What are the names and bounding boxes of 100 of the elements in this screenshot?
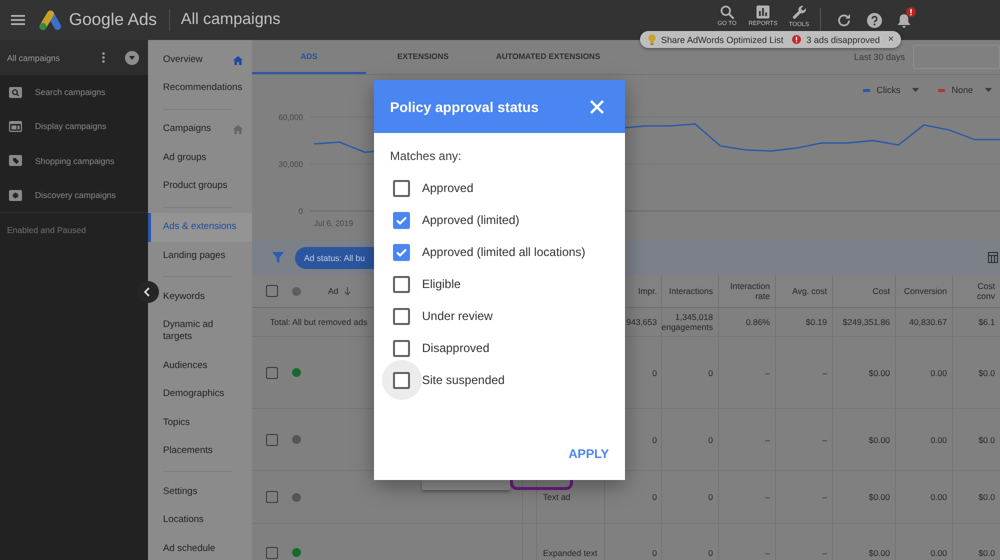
menu-icon[interactable] — [11, 15, 25, 25]
table-cell: $0.19 — [806, 317, 827, 327]
nav-item[interactable]: Keywords — [160, 282, 252, 312]
checkbox[interactable] — [393, 212, 410, 228]
total-label: Total: All but removed ads — [270, 317, 368, 327]
asterisk-tile-icon — [9, 190, 22, 201]
option-label[interactable]: Disapproved — [422, 341, 490, 355]
notification-link[interactable]: 3 ads disapproved — [792, 34, 880, 44]
nav-item[interactable]: Dynamic ad targets — [160, 311, 252, 352]
search-icon — [720, 5, 734, 19]
option-label[interactable]: Under review — [422, 309, 493, 323]
home-icon[interactable] — [233, 56, 243, 65]
option-label[interactable]: Approved (limited) — [422, 213, 520, 227]
checkbox[interactable] — [266, 285, 278, 297]
checkbox[interactable] — [266, 546, 278, 558]
nav-item[interactable]: Product groups — [160, 172, 252, 201]
column-header[interactable]: Avg. cost — [792, 286, 827, 296]
notification-link[interactable]: Share AdWords Optimized List — [648, 34, 784, 45]
column-header[interactable]: Cost conv — [973, 281, 995, 301]
axis-label: 30,000 — [278, 160, 303, 169]
nav-item[interactable]: Ads & extensions — [148, 213, 252, 242]
option-label[interactable]: Site suspended — [422, 373, 505, 387]
table-cell: 0 — [652, 492, 657, 502]
nav-item[interactable]: Demographics — [160, 380, 252, 409]
dropdown-button[interactable] — [125, 50, 139, 64]
refresh-icon[interactable] — [837, 13, 851, 27]
columns-icon[interactable] — [988, 252, 998, 263]
table-cell: – — [765, 492, 770, 502]
nav-item[interactable]: Recommendations — [160, 74, 252, 103]
option-label[interactable]: Approved (limited all locations) — [422, 245, 586, 259]
table-cell: – — [765, 368, 770, 378]
checkbox[interactable] — [393, 276, 410, 292]
column-header[interactable]: Cost — [872, 286, 890, 296]
table-cell: 0.86% — [746, 317, 770, 327]
product-name: Google Ads — [69, 10, 157, 30]
sidebar-item[interactable]: Discovery campaigns — [0, 178, 148, 212]
checkbox[interactable] — [393, 340, 410, 356]
nav-item[interactable]: Settings — [160, 478, 252, 506]
match-label: Matches any: — [390, 149, 462, 163]
column-header[interactable]: Interactions — [669, 286, 713, 296]
checkbox[interactable] — [393, 180, 410, 196]
axis-label: Jul 6, 2019 — [314, 219, 354, 228]
alert-icon — [792, 35, 802, 44]
sidebar-item[interactable]: Search campaigns — [0, 75, 148, 110]
table-cell: – — [822, 492, 827, 502]
nav-item[interactable]: Campaigns — [160, 115, 252, 144]
filter-label: Enabled and Paused — [6, 224, 87, 238]
table-cell: $0.0 — [978, 434, 995, 444]
table-cell: 1,345,018 engagements — [662, 312, 713, 332]
bell-icon[interactable] — [897, 12, 911, 28]
nav-item[interactable]: Locations — [160, 506, 252, 535]
nav-item[interactable]: Topics — [160, 408, 252, 438]
checkbox[interactable] — [266, 366, 278, 378]
dismiss-button[interactable]: × — [888, 34, 894, 44]
bar-chart-icon — [756, 5, 770, 19]
dots-menu-icon[interactable] — [102, 52, 105, 63]
metric-dropdown[interactable]: None — [938, 85, 992, 95]
tab[interactable]: EXTENSIONS — [366, 40, 480, 74]
filter-chip[interactable]: Ad status: All bu — [295, 246, 374, 268]
apply-button[interactable]: APPLY — [566, 440, 611, 468]
help-icon[interactable] — [866, 12, 882, 28]
checkbox[interactable] — [266, 434, 278, 446]
page-title: All campaigns — [180, 11, 281, 29]
table-cell: $0.0 — [978, 548, 995, 558]
tab[interactable]: AUTOMATED EXTENSIONS — [480, 40, 616, 74]
nav-item[interactable]: Ad groups — [160, 144, 252, 172]
close-icon[interactable] — [590, 100, 604, 114]
table-cell: 0.00 — [930, 492, 947, 502]
column-header[interactable]: Impr. — [638, 286, 657, 296]
axis-label: 60,000 — [278, 113, 303, 122]
table-cell: 0 — [652, 434, 657, 444]
table-cell: $0.0 — [978, 368, 995, 378]
caret-icon — [129, 56, 135, 60]
wrench-icon — [792, 5, 806, 20]
axis-label: 0 — [298, 207, 303, 216]
column-header[interactable]: Interaction rate — [721, 281, 770, 301]
metric-dropdown[interactable]: Clicks — [863, 85, 920, 95]
checkbox[interactable] — [393, 372, 410, 388]
option-label[interactable]: Eligible — [422, 277, 461, 291]
nav-item[interactable]: Landing pages — [160, 242, 252, 270]
nav-item[interactable]: Audiences — [160, 352, 252, 380]
checkbox[interactable] — [393, 308, 410, 324]
nav-item[interactable]: Placements — [160, 437, 252, 466]
table-cell: 40,830.67 — [909, 317, 947, 327]
checkbox[interactable] — [266, 491, 278, 503]
nav-item[interactable]: Overview — [160, 46, 252, 74]
column-header[interactable]: Ad — [328, 286, 338, 296]
table-cell: 0.00 — [930, 434, 947, 444]
tag-tile-icon — [9, 155, 22, 166]
column-header[interactable]: Conversion — [904, 286, 947, 296]
sidebar-item[interactable]: Display campaigns — [0, 109, 148, 144]
nav-item[interactable]: Ad schedule — [160, 534, 252, 560]
sidebar-item[interactable]: Shopping campaigns — [0, 144, 148, 178]
sort-arrow-icon[interactable] — [344, 286, 352, 296]
table-cell: 0 — [652, 548, 657, 558]
checkbox[interactable] — [393, 244, 410, 260]
logo-icon — [38, 10, 62, 30]
option-label[interactable]: Approved — [422, 181, 474, 195]
table-cell: Text ad — [543, 492, 570, 502]
table-cell: $0.00 — [868, 368, 890, 378]
